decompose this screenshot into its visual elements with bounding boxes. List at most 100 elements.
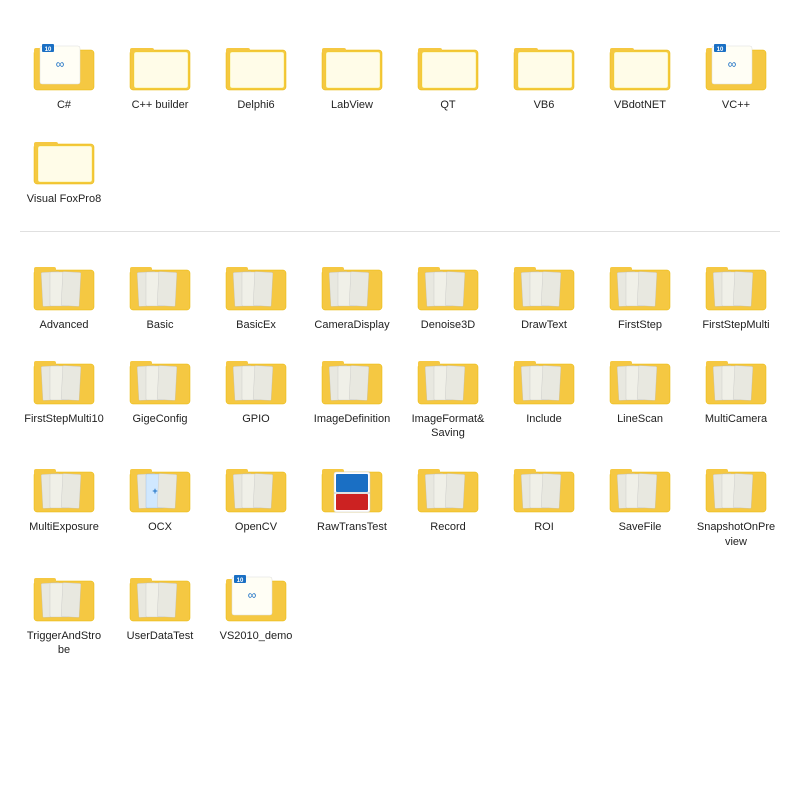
folder-item-linescan[interactable]: LineScan xyxy=(596,342,684,447)
folder-icon: + xyxy=(126,456,194,516)
folder-item-include[interactable]: Include xyxy=(500,342,588,447)
folder-label: GPIO xyxy=(242,412,270,426)
folder-item-basicex[interactable]: BasicEx xyxy=(212,248,300,338)
folder-item-drawtext[interactable]: DrawText xyxy=(500,248,588,338)
folder-item-delphi6[interactable]: Delphi6 xyxy=(212,28,300,118)
folder-item-c---builder[interactable]: C++ builder xyxy=(116,28,204,118)
folder-item-userdatatest[interactable]: UserDataTest xyxy=(116,559,204,664)
folder-item-vs2010-demo[interactable]: 10 ∞ VS2010_demo xyxy=(212,559,300,664)
svg-text:10: 10 xyxy=(45,47,52,53)
folder-item-cameradisplay[interactable]: CameraDisplay xyxy=(308,248,396,338)
folder-icon xyxy=(510,348,578,408)
folder-label: Basic xyxy=(147,318,174,332)
folder-item-vc--[interactable]: 10 ∞ VC++ xyxy=(692,28,780,118)
folder-item-roi[interactable]: ROI xyxy=(500,450,588,555)
folder-label: MultiExposure xyxy=(29,520,99,534)
folder-item-imagedefinition[interactable]: ImageDefinition xyxy=(308,342,396,447)
folder-icon xyxy=(318,34,386,94)
folder-label: GigeConfig xyxy=(132,412,187,426)
folder-label: ROI xyxy=(534,520,554,534)
folder-label: LineScan xyxy=(617,412,663,426)
sdk-grid: 10 ∞ C# C++ builder Delphi6 LabView QT V… xyxy=(20,20,780,221)
folder-label: QT xyxy=(440,98,455,112)
folder-icon: 10 ∞ xyxy=(222,565,290,625)
folder-icon xyxy=(702,254,770,314)
folder-label: VS2010_demo xyxy=(220,629,293,643)
examples-grid: Advanced Basic BasicEx CameraDisplay xyxy=(20,240,780,672)
folder-label: OpenCV xyxy=(235,520,277,534)
folder-item-multicamera[interactable]: MultiCamera xyxy=(692,342,780,447)
folder-icon xyxy=(30,348,98,408)
folder-icon xyxy=(126,565,194,625)
folder-item-basic[interactable]: Basic xyxy=(116,248,204,338)
folder-icon xyxy=(606,34,674,94)
folder-item-c-[interactable]: 10 ∞ C# xyxy=(20,28,108,118)
folder-label: ImageDefinition xyxy=(314,412,390,426)
folder-item-record[interactable]: Record xyxy=(404,450,492,555)
folder-item-firststepmulti10[interactable]: FirstStepMulti10 xyxy=(20,342,108,447)
folder-item-vb6[interactable]: VB6 xyxy=(500,28,588,118)
svg-text:10: 10 xyxy=(237,578,244,584)
sdk-section: 10 ∞ C# C++ builder Delphi6 LabView QT V… xyxy=(20,20,780,221)
folder-item-imageformat-saving[interactable]: ImageFormat&Saving xyxy=(404,342,492,447)
svg-text:+: + xyxy=(152,486,157,496)
folder-icon xyxy=(126,348,194,408)
folder-label: C++ builder xyxy=(132,98,189,112)
svg-text:10: 10 xyxy=(717,47,724,53)
folder-label: Include xyxy=(526,412,561,426)
folder-label: FirstStepMulti10 xyxy=(24,412,103,426)
folder-label: Record xyxy=(430,520,465,534)
folder-icon xyxy=(126,34,194,94)
folder-item-qt[interactable]: QT xyxy=(404,28,492,118)
folder-icon xyxy=(222,456,290,516)
svg-text:∞: ∞ xyxy=(248,588,257,602)
folder-item-labview[interactable]: LabView xyxy=(308,28,396,118)
folder-item-snapshotonpreview[interactable]: SnapshotOnPreview xyxy=(692,450,780,555)
folder-label: VC++ xyxy=(722,98,750,112)
folder-label: Denoise3D xyxy=(421,318,475,332)
folder-label: DrawText xyxy=(521,318,567,332)
folder-icon xyxy=(318,254,386,314)
folder-icon xyxy=(222,254,290,314)
folder-icon xyxy=(606,254,674,314)
folder-icon xyxy=(318,456,386,516)
folder-label: BasicEx xyxy=(236,318,276,332)
folder-item-multiexposure[interactable]: MultiExposure xyxy=(20,450,108,555)
folder-label: ImageFormat&Saving xyxy=(408,412,488,441)
folder-item-visual-foxpro8[interactable]: Visual FoxPro8 xyxy=(20,122,108,212)
folder-item-denoise3d[interactable]: Denoise3D xyxy=(404,248,492,338)
folder-icon xyxy=(510,456,578,516)
folder-icon xyxy=(414,34,482,94)
folder-label: FirstStep xyxy=(618,318,662,332)
folder-item-opencv[interactable]: OpenCV xyxy=(212,450,300,555)
svg-text:∞: ∞ xyxy=(728,57,737,71)
folder-item-triggerandstrobe[interactable]: TriggerAndStrobe xyxy=(20,559,108,664)
folder-icon xyxy=(414,348,482,408)
folder-item-rawtranstest[interactable]: RawTransTest xyxy=(308,450,396,555)
folder-item-ocx[interactable]: + OCX xyxy=(116,450,204,555)
folder-icon xyxy=(606,456,674,516)
folder-icon xyxy=(702,456,770,516)
folder-icon xyxy=(414,254,482,314)
folder-label: RawTransTest xyxy=(317,520,387,534)
folder-item-vbdotnet[interactable]: VBdotNET xyxy=(596,28,684,118)
folder-icon: 10 ∞ xyxy=(702,34,770,94)
folder-item-firststep[interactable]: FirstStep xyxy=(596,248,684,338)
folder-item-savefile[interactable]: SaveFile xyxy=(596,450,684,555)
file-explorer: 10 ∞ C# C++ builder Delphi6 LabView QT V… xyxy=(20,20,780,672)
folder-icon xyxy=(222,348,290,408)
folder-icon xyxy=(222,34,290,94)
folder-item-advanced[interactable]: Advanced xyxy=(20,248,108,338)
folder-label: OCX xyxy=(148,520,172,534)
folder-icon: 10 ∞ xyxy=(30,34,98,94)
folder-icon xyxy=(126,254,194,314)
folder-icon xyxy=(414,456,482,516)
folder-icon xyxy=(318,348,386,408)
folder-item-gpio[interactable]: GPIO xyxy=(212,342,300,447)
folder-label: Delphi6 xyxy=(237,98,274,112)
folder-label: SaveFile xyxy=(619,520,662,534)
folder-label: CameraDisplay xyxy=(314,318,389,332)
folder-icon xyxy=(30,565,98,625)
folder-item-gigeconfig[interactable]: GigeConfig xyxy=(116,342,204,447)
folder-item-firststepmulti[interactable]: FirstStepMulti xyxy=(692,248,780,338)
